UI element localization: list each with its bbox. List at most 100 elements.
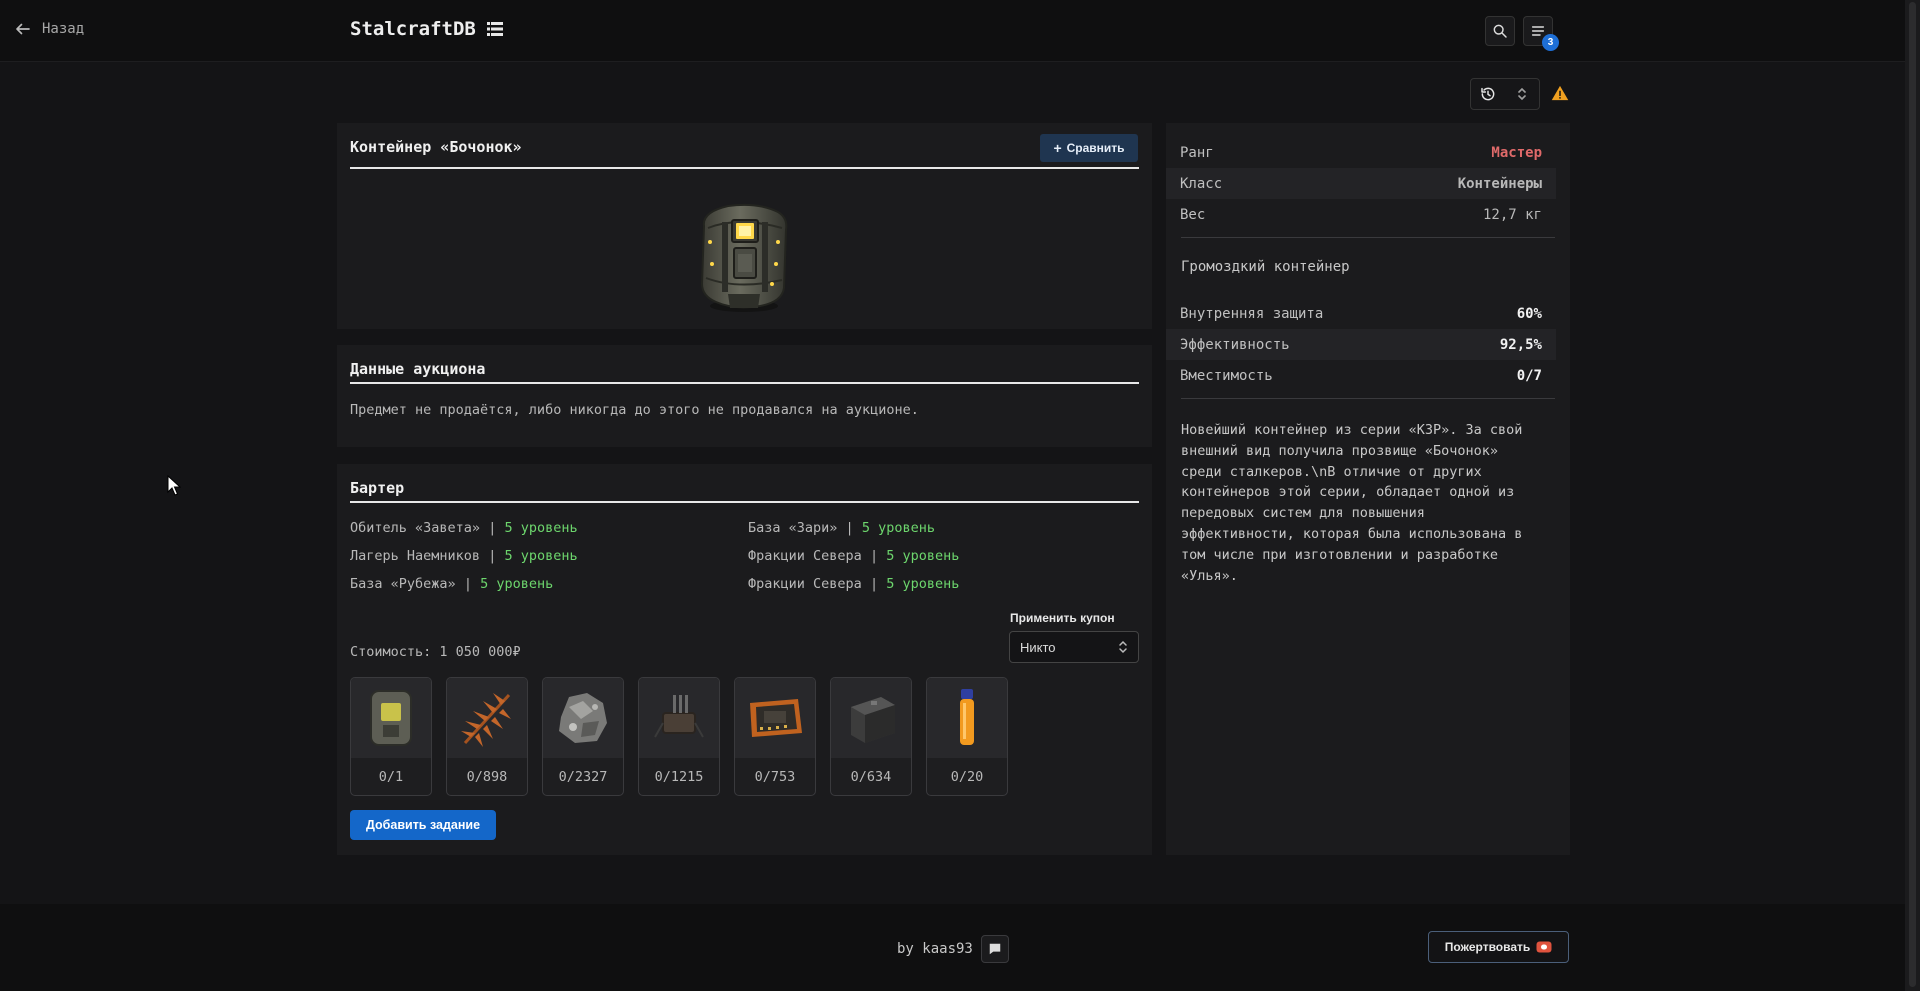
barter-location-level: 5 уровень: [861, 520, 935, 536]
stat-value: Контейнеры: [1457, 175, 1542, 192]
compare-label: Сравнить: [1066, 141, 1125, 155]
menu-button[interactable]: 3: [1523, 16, 1559, 51]
barter-location-level: 5 уровень: [504, 520, 578, 536]
barter-separator: |: [845, 520, 854, 536]
barter-ingredient[interactable]: 0/753: [734, 677, 816, 796]
barter-location-level: 5 уровень: [480, 576, 554, 592]
stat-key: Вместимость: [1180, 367, 1273, 384]
barter-location: База «Рубежа» | 5 уровень: [350, 576, 553, 592]
item-title: Контейнер «Бочонок»: [350, 138, 522, 156]
barter-location: Обитель «Завета» | 5 уровень: [350, 520, 578, 536]
circuit-board-icon: [735, 678, 815, 758]
item-image: [700, 203, 788, 312]
barter-location: Фракции Севера | 5 уровень: [748, 576, 959, 592]
stat-value: Мастер: [1491, 144, 1542, 161]
author-credit: by kaas93: [897, 935, 1009, 963]
scrollbar-thumb[interactable]: [1909, 2, 1916, 987]
barter-location: Лагерь Наемников | 5 уровень: [350, 548, 578, 564]
fern-icon: [447, 678, 527, 758]
version-history-selector[interactable]: [1470, 78, 1540, 110]
auction-message: Предмет не продаётся, либо никогда до эт…: [350, 402, 919, 418]
add-task-button[interactable]: Добавить задание: [350, 810, 496, 840]
container-icon: [351, 678, 431, 758]
stat-value: 0/7: [1516, 367, 1542, 384]
stat-key: Вес: [1180, 206, 1206, 223]
notification-badge: 3: [1542, 34, 1559, 51]
barter-location-name: Лагерь Наемников: [350, 548, 481, 564]
database-icon: [486, 22, 503, 36]
compare-button[interactable]: + Сравнить: [1040, 134, 1138, 162]
coupon-select[interactable]: Никто: [1009, 631, 1139, 663]
stat-key: Класс: [1180, 175, 1223, 192]
barter-separator: |: [488, 520, 497, 536]
barter-ingredient[interactable]: 0/898: [446, 677, 528, 796]
mouse-cursor-icon: [167, 475, 181, 496]
stat-rank: Ранг Мастер: [1166, 137, 1556, 168]
ingredient-count: 0/2327: [558, 768, 608, 785]
coupon-select-value: Никто: [1020, 639, 1056, 655]
barter-ingredient[interactable]: 0/20: [926, 677, 1008, 796]
search-icon: [1493, 24, 1507, 38]
boosty-icon: [1536, 941, 1552, 953]
barter-location-name: База «Рубежа»: [350, 576, 456, 592]
stat-key: Эффективность: [1180, 336, 1290, 353]
barter-title: Бартер: [350, 479, 405, 497]
ingredient-count: 0/1215: [654, 768, 704, 785]
ingredient-count: 0/634: [850, 768, 892, 785]
barter-ingredient[interactable]: 0/1: [350, 677, 432, 796]
battery-icon: [831, 678, 911, 758]
history-icon: [1481, 87, 1495, 101]
auction-title: Данные аукциона: [350, 360, 486, 378]
plus-icon: +: [1053, 140, 1062, 156]
arrow-left-icon: [16, 23, 30, 35]
page-scrollbar[interactable]: [1905, 0, 1920, 991]
barter-location-level: 5 уровень: [504, 548, 578, 564]
barter-location-level: 5 уровень: [886, 576, 960, 592]
barter-ingredient[interactable]: 0/634: [830, 677, 912, 796]
stat-class: Класс Контейнеры: [1166, 168, 1556, 199]
device-icon: [639, 678, 719, 758]
donate-label: Пожертвовать: [1444, 940, 1531, 954]
item-title-divider: [350, 167, 1139, 169]
chevron-updown-icon: [1518, 87, 1526, 101]
barter-separator: |: [869, 576, 879, 592]
item-description: Новейший контейнер из серии «КЗР». За св…: [1181, 422, 1523, 584]
stat-weight: Вес 12,7 кг: [1166, 199, 1556, 230]
donate-button[interactable]: Пожертвовать: [1428, 931, 1569, 963]
ingredient-count: 0/898: [466, 768, 508, 785]
item-type: Громоздкий контейнер: [1181, 259, 1350, 275]
stats-divider: [1181, 398, 1555, 399]
barter-ingredient[interactable]: 0/1215: [638, 677, 720, 796]
barter-separator: |: [488, 548, 497, 564]
logo-text: StalcraftDB: [350, 18, 476, 40]
site-logo[interactable]: StalcraftDB: [350, 18, 504, 40]
vial-icon: [927, 678, 1007, 758]
ore-icon: [543, 678, 623, 758]
stat-value: 92,5%: [1499, 336, 1542, 353]
barter-location-level: 5 уровень: [886, 548, 960, 564]
stat-capacity: Вместимость 0/7: [1166, 360, 1556, 391]
ingredient-count: 0/1: [378, 768, 404, 785]
chat-icon: [989, 943, 1001, 955]
barter-title-divider: [350, 501, 1139, 503]
chevron-updown-icon: [1119, 640, 1127, 654]
barter-separator: |: [463, 576, 472, 592]
stat-protection: Внутренняя защита 60%: [1166, 298, 1556, 329]
barter-location-name: Обитель «Завета»: [350, 520, 481, 536]
barter-ingredient[interactable]: 0/2327: [542, 677, 624, 796]
auction-title-divider: [350, 382, 1139, 384]
barter-location-name: База «Зари»: [748, 520, 838, 536]
barter-separator: |: [869, 548, 879, 564]
stats-divider: [1181, 237, 1555, 238]
search-button[interactable]: [1485, 16, 1515, 46]
stat-key: Внутренняя защита: [1180, 305, 1324, 322]
author-label: by kaas93: [897, 941, 973, 957]
barter-location: База «Зари» | 5 уровень: [748, 520, 935, 536]
top-header: Назад StalcraftDB 3: [0, 0, 1905, 62]
ingredient-count: 0/753: [754, 768, 796, 785]
barter-location-name: Фракции Севера: [748, 576, 862, 592]
stat-key: Ранг: [1180, 144, 1214, 161]
chat-button[interactable]: [980, 935, 1009, 963]
warning-icon[interactable]: [1551, 84, 1569, 102]
back-button[interactable]: Назад: [14, 20, 84, 38]
